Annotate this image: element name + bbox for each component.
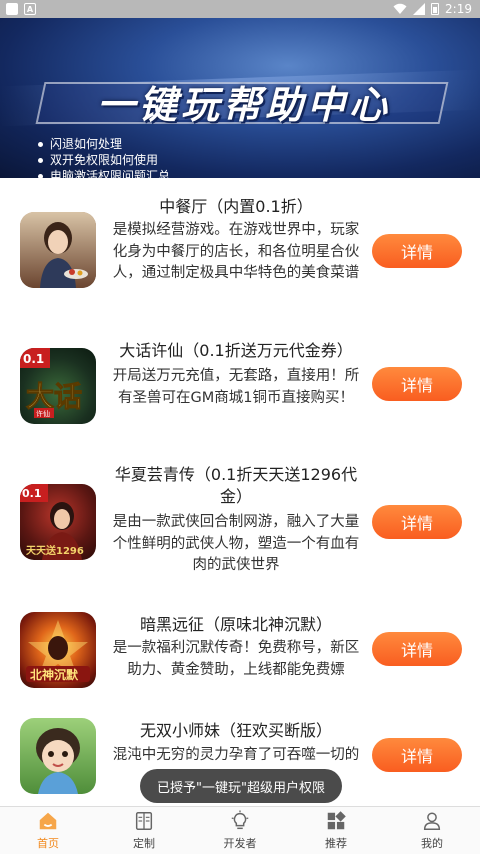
game-item[interactable]: 0.1 大话 许仙 大话许仙（0.1折送万元代金券） 开局送万元充值，无套路，直… <box>0 310 480 450</box>
battery-icon <box>431 3 440 15</box>
toast-message: 已授予"一键玩"超级用户权限 <box>140 769 342 803</box>
game-title: 大话许仙（0.1折送万元代金券） <box>119 341 353 360</box>
tab-home[interactable]: 首页 <box>0 807 96 854</box>
banner-list: 闪退如何处理 双开免权限如何使用 电脑激活权限问题汇总 <box>36 136 170 178</box>
svg-text:许仙: 许仙 <box>36 409 50 418</box>
user-icon <box>423 812 441 830</box>
home-icon <box>39 812 57 830</box>
notification-icon <box>6 3 18 15</box>
game-icon-dahua-xuxian[interactable]: 0.1 大话 许仙 <box>20 348 96 424</box>
tab-label: 我的 <box>421 837 443 850</box>
game-title: 中餐厅（内置0.1折） <box>159 197 313 216</box>
game-desc: 混沌中无穷的灵力孕育了可吞噬一切的 <box>112 747 360 763</box>
details-button[interactable]: 详情 <box>372 234 462 268</box>
game-icon-anhei[interactable]: 北神沉默 <box>20 612 96 688</box>
wifi-icon <box>393 3 407 14</box>
game-item[interactable]: 北神沉默 暗黑远征（原味北神沉默） 是一款福利沉默传奇！免费称号，新区助力、黄金… <box>0 590 480 710</box>
tab-label: 开发者 <box>223 837 257 850</box>
banner-item: 闪退如何处理 <box>36 136 170 152</box>
tab-label: 推荐 <box>325 837 347 850</box>
details-button[interactable]: 详情 <box>372 738 462 772</box>
game-title: 无双小师妹（狂欢买断版） <box>139 721 332 740</box>
help-center-banner[interactable]: 一键玩帮助中心 闪退如何处理 双开免权限如何使用 电脑激活权限问题汇总 <box>0 18 480 178</box>
svg-text:0.1: 0.1 <box>23 352 44 366</box>
details-button[interactable]: 详情 <box>372 367 462 401</box>
game-desc: 开局送万元充值，无套路，直接用！所有圣兽可在GM商城1铜币直接购买！ <box>112 368 360 406</box>
status-time: 2:19 <box>445 2 472 16</box>
svg-text:北神沉默: 北神沉默 <box>30 667 79 682</box>
tab-mine[interactable]: 我的 <box>384 807 480 854</box>
tab-recommend[interactable]: 推荐 <box>288 807 384 854</box>
book-icon <box>135 812 153 830</box>
game-item[interactable]: 中餐厅（内置0.1折） 是模拟经营游戏。在游戏世界中，玩家化身为中餐厅的店长，和… <box>0 178 480 310</box>
svg-text:0.1: 0.1 <box>22 487 42 500</box>
bulb-icon <box>231 810 249 830</box>
details-button[interactable]: 详情 <box>372 632 462 666</box>
tab-custom[interactable]: 定制 <box>96 807 192 854</box>
banner-item: 双开免权限如何使用 <box>36 152 170 168</box>
game-item[interactable]: 0.1 天天送1296 华夏芸青传（0.1折天天送1296代金） 是由一款武侠回… <box>0 450 480 590</box>
svg-text:天天送1296: 天天送1296 <box>26 544 84 557</box>
signal-icon <box>413 3 426 15</box>
game-icon-restaurant[interactable] <box>20 212 96 288</box>
tab-developer[interactable]: 开发者 <box>192 807 288 854</box>
banner-title: 一键玩帮助中心 <box>96 82 391 127</box>
game-icon-huaxia[interactable]: 0.1 天天送1296 <box>20 484 96 560</box>
game-title: 华夏芸青传（0.1折天天送1296代金） <box>114 465 358 506</box>
game-desc: 是一款福利沉默传奇！免费称号，新区助力、黄金赞助，上线都能免费嫖 <box>112 640 360 678</box>
bottom-tab-bar: 首页 定制 开发者 推荐 我的 <box>0 806 480 854</box>
a-notification-icon: A <box>24 3 36 15</box>
tab-label: 定制 <box>133 837 155 850</box>
tab-label: 首页 <box>37 837 59 850</box>
game-desc: 是模拟经营游戏。在游戏世界中，玩家化身为中餐厅的店长，和各位明星合伙人，通过制定… <box>112 222 360 281</box>
game-icon-wushuang[interactable] <box>20 718 96 794</box>
banner-item: 电脑激活权限问题汇总 <box>36 168 170 178</box>
game-title: 暗黑远征（原味北神沉默） <box>139 615 332 634</box>
game-desc: 是由一款武侠回合制网游，融入了大量个性鲜明的武侠人物，塑造一个有血有肉的武侠世界 <box>112 514 360 573</box>
status-bar: A 2:19 <box>0 0 480 18</box>
grid-icon <box>327 811 346 830</box>
details-button[interactable]: 详情 <box>372 505 462 539</box>
